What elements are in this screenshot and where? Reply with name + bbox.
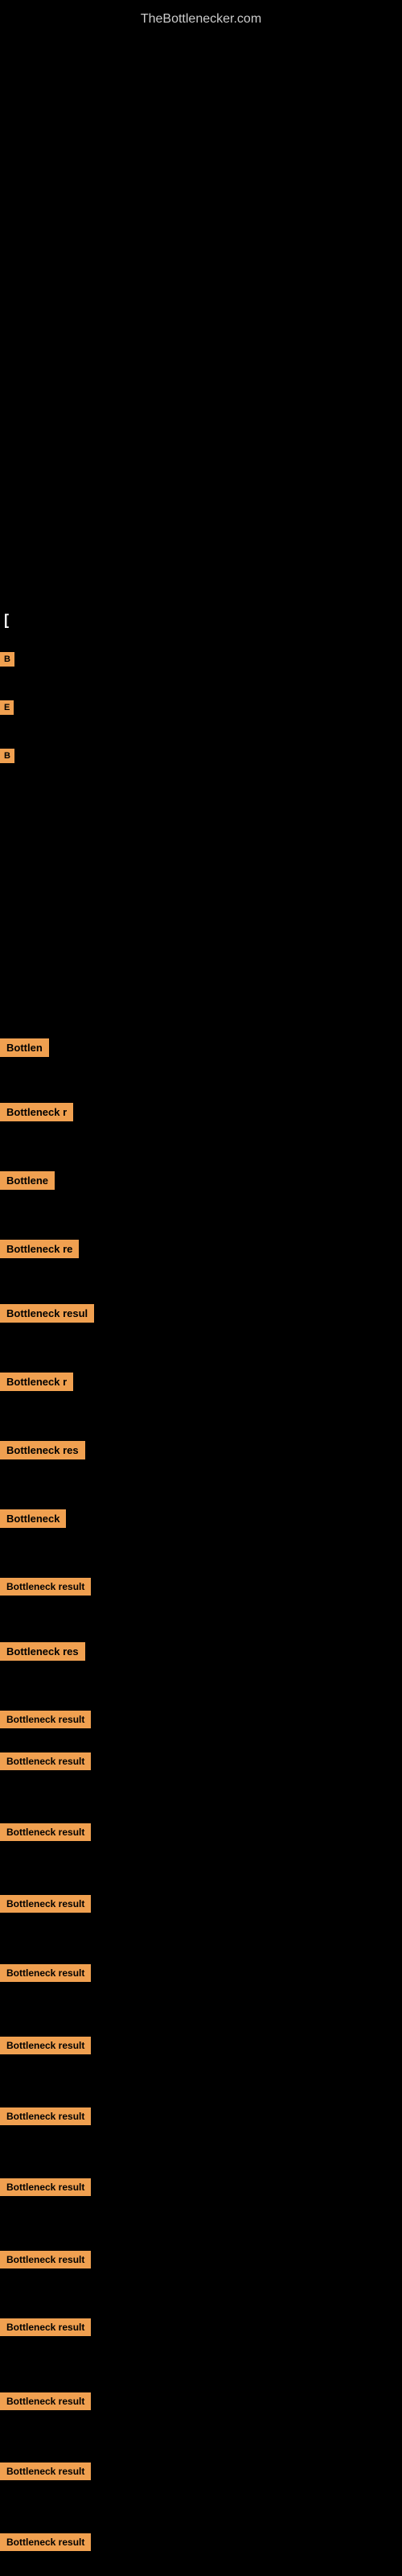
site-title: TheBottlenecker.com bbox=[0, 4, 402, 35]
section-label: [ bbox=[4, 612, 9, 629]
bottleneck-badge-16: Bottleneck result bbox=[0, 2037, 91, 2054]
bottleneck-badge-23: Bottleneck result bbox=[0, 2533, 91, 2551]
bottleneck-badge-17: Bottleneck result bbox=[0, 2107, 91, 2125]
bottleneck-badge-2: Bottleneck r bbox=[0, 1103, 73, 1121]
bottleneck-badge-20: Bottleneck result bbox=[0, 2318, 91, 2336]
bottleneck-badge-14: Bottleneck result bbox=[0, 1895, 91, 1913]
bottleneck-badge-18: Bottleneck result bbox=[0, 2178, 91, 2196]
bottleneck-badge-4: Bottleneck re bbox=[0, 1240, 79, 1258]
b2-label: B bbox=[0, 749, 14, 763]
bottleneck-badge-1: Bottlen bbox=[0, 1038, 49, 1057]
bottleneck-badge-6: Bottleneck r bbox=[0, 1373, 73, 1391]
bottleneck-badge-9: Bottleneck result bbox=[0, 1578, 91, 1596]
bottleneck-badge-21: Bottleneck result bbox=[0, 2392, 91, 2410]
bottleneck-badge-10: Bottleneck res bbox=[0, 1642, 85, 1661]
b-label: B bbox=[0, 652, 14, 667]
bottleneck-badge-12: Bottleneck result bbox=[0, 1752, 91, 1770]
bottleneck-badge-22: Bottleneck result bbox=[0, 2462, 91, 2480]
e-label: E bbox=[0, 700, 14, 715]
bottleneck-badge-3: Bottlene bbox=[0, 1171, 55, 1190]
bottleneck-badge-15: Bottleneck result bbox=[0, 1964, 91, 1982]
bottleneck-badge-11: Bottleneck result bbox=[0, 1711, 91, 1728]
bottleneck-badge-7: Bottleneck res bbox=[0, 1441, 85, 1459]
bottleneck-badge-8: Bottleneck bbox=[0, 1509, 66, 1528]
bottleneck-badge-13: Bottleneck result bbox=[0, 1823, 91, 1841]
bottleneck-badge-5: Bottleneck resul bbox=[0, 1304, 94, 1323]
bottleneck-badge-19: Bottleneck result bbox=[0, 2251, 91, 2268]
